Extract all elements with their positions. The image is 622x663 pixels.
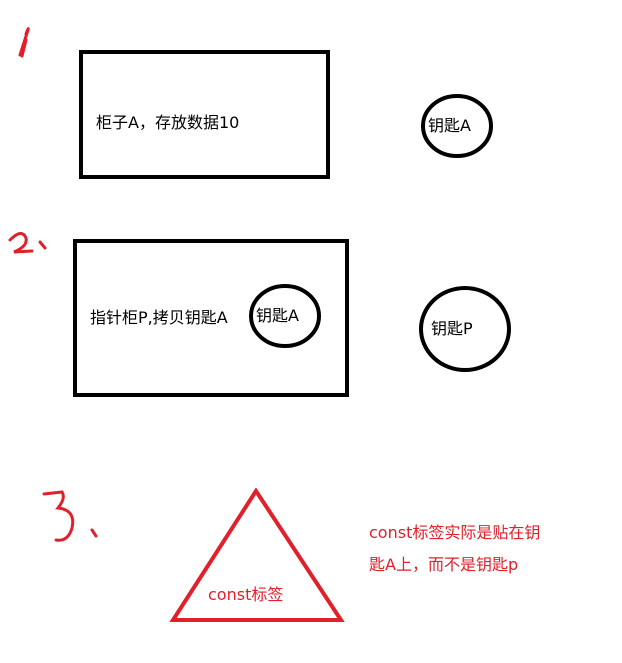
key-a-label: 钥匙A [428, 116, 471, 135]
step-number-1 [18, 27, 30, 58]
step-number-2 [8, 232, 47, 254]
const-tag-label: const标签 [208, 585, 284, 604]
const-note-line-1: const标签实际是贴在钥 [369, 523, 541, 542]
diagram-canvas [8, 27, 511, 622]
const-note-line-2: 匙A上，而不是钥匙p [369, 555, 519, 574]
key-a-copy-label: 钥匙A [256, 306, 299, 325]
cabinet-a-label: 柜子A，存放数据10 [96, 113, 240, 132]
step-number-3 [42, 490, 98, 542]
key-p-label: 钥匙P [431, 319, 473, 338]
pointer-cabinet-p-label: 指针柜P,拷贝钥匙A [90, 308, 228, 327]
